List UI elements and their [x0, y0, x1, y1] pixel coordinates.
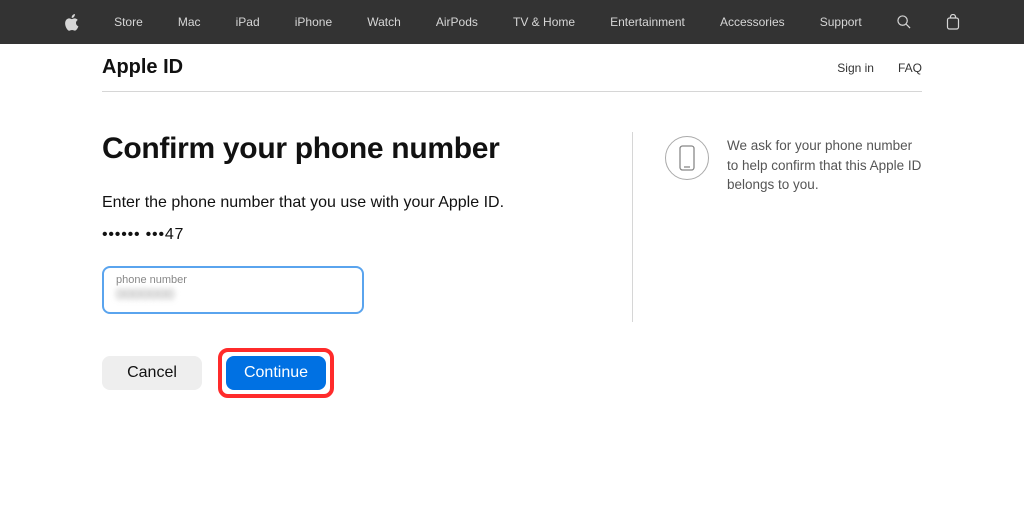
phone-number-input-wrapper[interactable]: phone number 0000000 [102, 266, 364, 314]
subtitle: Enter the phone number that you use with… [102, 194, 592, 212]
nav-watch[interactable]: Watch [367, 15, 401, 29]
main-column: Confirm your phone number Enter the phon… [102, 132, 632, 398]
apple-logo-icon[interactable] [64, 14, 79, 31]
phone-icon [665, 136, 709, 180]
heading: Confirm your phone number [102, 132, 592, 166]
side-help-text: We ask for your phone number to help con… [727, 136, 922, 322]
nav-support[interactable]: Support [820, 15, 862, 29]
nav-accessories[interactable]: Accessories [720, 15, 785, 29]
nav-tv-home[interactable]: TV & Home [513, 15, 575, 29]
faq-link[interactable]: FAQ [898, 61, 922, 75]
bag-icon[interactable] [946, 14, 960, 30]
phone-number-label: phone number [116, 274, 350, 286]
cancel-button[interactable]: Cancel [102, 356, 202, 390]
continue-button[interactable]: Continue [226, 356, 326, 390]
nav-entertainment[interactable]: Entertainment [610, 15, 685, 29]
sign-in-link[interactable]: Sign in [837, 61, 874, 75]
nav-store[interactable]: Store [114, 15, 143, 29]
continue-highlight: Continue [218, 348, 334, 398]
local-nav: Apple ID Sign in FAQ [102, 44, 922, 92]
global-nav: Store Mac iPad iPhone Watch AirPods TV &… [0, 0, 1024, 44]
page-title: Apple ID [102, 56, 183, 79]
phone-number-input[interactable]: 0000000 [116, 286, 350, 304]
nav-iphone[interactable]: iPhone [295, 15, 332, 29]
nav-mac[interactable]: Mac [178, 15, 201, 29]
masked-phone-number: •••••• •••47 [102, 226, 592, 244]
search-icon[interactable] [897, 15, 911, 29]
nav-airpods[interactable]: AirPods [436, 15, 478, 29]
nav-ipad[interactable]: iPad [236, 15, 260, 29]
side-column: We ask for your phone number to help con… [632, 132, 922, 322]
